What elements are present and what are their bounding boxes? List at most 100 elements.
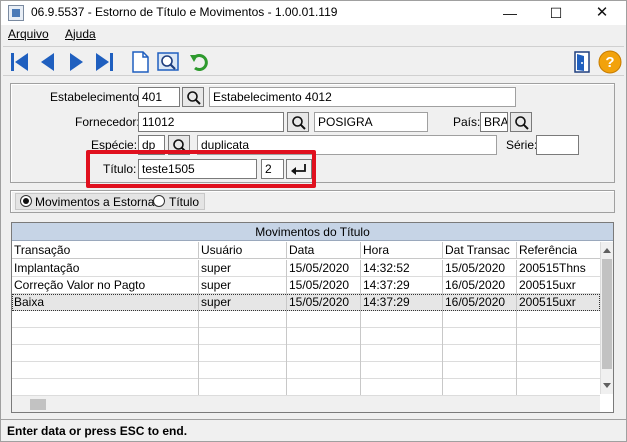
pais-lookup-button[interactable] [510, 112, 532, 132]
main-window: 06.9.5537 - Estorno de Título e Moviment… [0, 0, 627, 442]
table-cell: Baixa [12, 294, 199, 311]
table-cell [287, 345, 361, 362]
search-button[interactable] [155, 49, 181, 75]
table-cell: super [199, 260, 287, 277]
fornecedor-code-input[interactable]: 11012 [138, 112, 284, 132]
svg-text:?: ? [605, 54, 614, 71]
table-cell: 15/05/2020 [287, 277, 361, 294]
table-cell [443, 311, 517, 328]
radio-movimentos-label[interactable]: Movimentos a Estornar [35, 195, 158, 209]
search-icon [292, 116, 306, 130]
table-cell [199, 328, 287, 345]
column-header[interactable]: Transação [12, 242, 199, 259]
app-icon [8, 5, 24, 21]
table-cell: 15/05/2020 [287, 260, 361, 277]
title-bar: 06.9.5537 - Estorno de Título e Moviment… [1, 1, 626, 25]
table-row-empty[interactable] [12, 328, 600, 345]
table-cell [199, 379, 287, 396]
table-row-empty[interactable] [12, 379, 600, 396]
pais-label: País: [453, 115, 481, 129]
table-row-selected[interactable]: Baixa super 15/05/2020 14:37:29 16/05/20… [12, 294, 600, 311]
table-cell [12, 362, 199, 379]
last-record-button[interactable] [91, 49, 117, 75]
window-title: 06.9.5537 - Estorno de Título e Moviment… [31, 5, 338, 19]
table-cell [199, 311, 287, 328]
table-cell [12, 311, 199, 328]
serie-label: Série: [506, 138, 538, 152]
document-icon [132, 51, 149, 73]
radio-titulo-label[interactable]: Título [169, 195, 199, 209]
scroll-up-icon[interactable] [601, 245, 613, 257]
column-header[interactable]: Dat Transac [443, 242, 517, 259]
refresh-button[interactable] [187, 49, 213, 75]
status-text: Enter data or press ESC to end. [7, 424, 188, 438]
radio-movimentos[interactable] [20, 195, 32, 207]
vertical-scrollbar[interactable] [600, 242, 613, 394]
scroll-thumb[interactable] [602, 259, 612, 369]
table-cell: 15/05/2020 [287, 294, 361, 311]
pais-input[interactable]: BRA [480, 112, 508, 132]
column-header[interactable]: Usuário [199, 242, 287, 259]
movimentos-table: Movimentos do Título Transação Usuário D… [11, 222, 614, 413]
table-cell: 14:37:29 [361, 277, 443, 294]
menu-arquivo[interactable]: Arquivo [8, 27, 49, 41]
maximize-button[interactable]: ☐ [533, 1, 579, 25]
estabelecimento-code-input[interactable]: 401 [138, 87, 180, 107]
new-document-button[interactable] [127, 49, 153, 75]
table-cell: 14:37:29 [361, 294, 443, 311]
help-icon: ? [598, 50, 622, 74]
close-button[interactable]: ✕ [579, 1, 625, 25]
fornecedor-label: Fornecedor: [75, 115, 140, 129]
table-cell [443, 345, 517, 362]
next-icon [70, 53, 83, 71]
titulo-highlight-box [86, 150, 316, 188]
serie-input[interactable] [536, 135, 579, 155]
next-record-button[interactable] [63, 49, 89, 75]
table-cell [361, 362, 443, 379]
column-header[interactable]: Data [287, 242, 361, 259]
table-cell [199, 345, 287, 362]
estabelecimento-lookup-button[interactable] [182, 87, 204, 107]
table-cell: 16/05/2020 [443, 277, 517, 294]
fornecedor-description: POSIGRA [314, 112, 428, 132]
exit-door-icon [574, 51, 590, 73]
search-zoom-icon [157, 52, 179, 71]
minimize-button[interactable]: — [487, 1, 533, 25]
table-row[interactable]: Correção Valor no Pagto super 15/05/2020… [12, 277, 600, 294]
table-cell [287, 362, 361, 379]
table-row-empty[interactable] [12, 345, 600, 362]
exit-button[interactable] [569, 49, 595, 75]
first-record-button[interactable] [7, 49, 33, 75]
table-cell [361, 345, 443, 362]
table-cell [361, 379, 443, 396]
column-header[interactable]: Referência [517, 242, 600, 259]
table-cell: 15/05/2020 [443, 260, 517, 277]
menu-ajuda[interactable]: Ajuda [65, 27, 96, 41]
hscroll-thumb[interactable] [30, 399, 46, 410]
table-cell: 16/05/2020 [443, 294, 517, 311]
horizontal-scrollbar[interactable] [12, 395, 600, 412]
table-cell: Implantação [12, 260, 199, 277]
scroll-down-icon[interactable] [601, 379, 613, 391]
table-cell: super [199, 294, 287, 311]
table-cell: 14:32:52 [361, 260, 443, 277]
table-cell [287, 328, 361, 345]
status-bar: Enter data or press ESC to end. [1, 419, 626, 441]
table-cell [287, 311, 361, 328]
table-header: Transação Usuário Data Hora Dat Transac … [12, 242, 600, 259]
table-cell [443, 379, 517, 396]
table-cell [443, 362, 517, 379]
previous-record-button[interactable] [35, 49, 61, 75]
table-row-empty[interactable] [12, 362, 600, 379]
radio-titulo[interactable] [153, 195, 165, 207]
column-header[interactable]: Hora [361, 242, 443, 259]
fornecedor-lookup-button[interactable] [287, 112, 309, 132]
table-row-empty[interactable] [12, 311, 600, 328]
table-cell [199, 362, 287, 379]
search-icon [515, 116, 529, 130]
toolbar: ? [3, 46, 624, 76]
table-row[interactable]: Implantação super 15/05/2020 14:32:52 15… [12, 260, 600, 277]
table-cell [12, 379, 199, 396]
help-button[interactable]: ? [597, 49, 623, 75]
table-cell [12, 345, 199, 362]
